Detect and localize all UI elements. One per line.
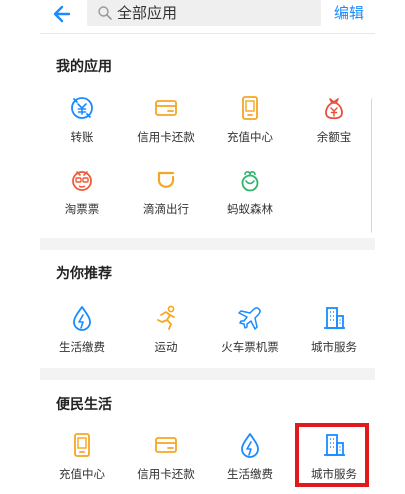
app-credit-card-repay[interactable]: 信用卡还款 xyxy=(124,431,208,491)
section-title-convenience: 便民生活 xyxy=(56,397,112,413)
didi-icon xyxy=(157,171,175,188)
recommended-grid: 生活缴费 运动 火车票机票 城市服务 xyxy=(40,304,375,364)
utility-drop-icon xyxy=(73,306,91,331)
all-apps-page: 全部应用 编辑 我的应用 转账 信用卡还款 充值中心 余额宝 淘票票 滴滴出行 … xyxy=(0,0,405,494)
app-label: 转账 xyxy=(70,130,94,144)
app-recharge-center[interactable]: 充值中心 xyxy=(40,431,124,491)
divider xyxy=(40,33,375,34)
credit-card-icon xyxy=(155,100,177,116)
app-label: 生活缴费 xyxy=(59,340,105,354)
app-utility-payment[interactable]: 生活缴费 xyxy=(208,431,292,491)
search-icon xyxy=(98,6,112,20)
app-label: 火车票机票 xyxy=(221,340,279,354)
transfer-icon xyxy=(71,97,93,119)
app-label: 充值中心 xyxy=(59,467,105,481)
app-taopiaopiao[interactable]: 淘票票 xyxy=(40,166,124,226)
section-divider xyxy=(40,238,375,250)
app-train-flight-tickets[interactable]: 火车票机票 xyxy=(208,304,292,364)
app-label: 充值中心 xyxy=(227,130,273,144)
airplane-icon xyxy=(238,307,261,330)
search-text: 全部应用 xyxy=(117,4,178,22)
app-utility-payment[interactable]: 生活缴费 xyxy=(40,304,124,364)
ant-forest-icon xyxy=(241,171,259,192)
app-label: 生活缴费 xyxy=(227,467,273,481)
app-sports[interactable]: 运动 xyxy=(124,304,208,364)
app-credit-card-repay[interactable]: 信用卡还款 xyxy=(124,94,208,154)
app-city-services[interactable]: 城市服务 xyxy=(292,304,376,364)
app-label: 信用卡还款 xyxy=(137,467,195,481)
app-didi[interactable]: 滴滴出行 xyxy=(124,166,208,226)
search-input[interactable]: 全部应用 xyxy=(87,0,321,26)
app-label: 信用卡还款 xyxy=(137,130,195,144)
app-transfer[interactable]: 转账 xyxy=(40,94,124,154)
phone-recharge-icon xyxy=(74,433,90,457)
app-label: 运动 xyxy=(154,340,178,354)
app-yuebao[interactable]: 余额宝 xyxy=(292,94,376,154)
back-arrow-icon xyxy=(53,5,71,23)
app-label: 城市服务 xyxy=(311,340,357,354)
top-bar: 全部应用 编辑 xyxy=(0,0,405,28)
highlight-box xyxy=(295,423,369,487)
app-label: 滴滴出行 xyxy=(143,202,189,216)
phone-recharge-icon xyxy=(242,96,258,120)
app-label: 余额宝 xyxy=(316,130,352,144)
taopiaopiao-icon xyxy=(72,171,92,191)
app-label: 淘票票 xyxy=(64,202,100,216)
money-bag-icon xyxy=(325,98,343,120)
section-title-recommended: 为你推荐 xyxy=(56,266,112,282)
app-recharge-center[interactable]: 充值中心 xyxy=(208,94,292,154)
app-label: 蚂蚁森林 xyxy=(227,202,273,216)
section-divider xyxy=(40,368,375,380)
utility-drop-icon xyxy=(241,433,259,458)
running-icon xyxy=(157,305,175,330)
app-ant-forest[interactable]: 蚂蚁森林 xyxy=(208,166,292,226)
section-title-my-apps: 我的应用 xyxy=(56,59,112,75)
my-apps-grid: 转账 信用卡还款 充值中心 余额宝 淘票票 滴滴出行 蚂蚁森林 xyxy=(40,94,375,234)
edit-button[interactable]: 编辑 xyxy=(334,2,364,24)
scrollbar[interactable] xyxy=(371,98,376,233)
city-building-icon xyxy=(324,307,345,329)
back-button[interactable] xyxy=(50,2,74,26)
credit-card-icon xyxy=(155,437,177,453)
